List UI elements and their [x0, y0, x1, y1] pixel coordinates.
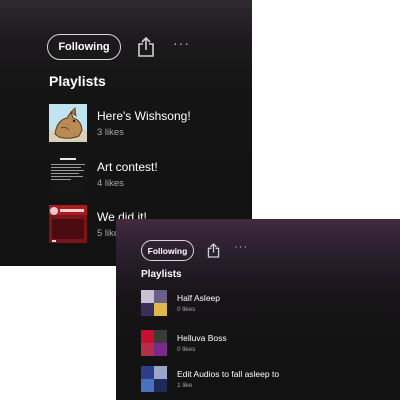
following-button[interactable]: Following	[47, 34, 121, 60]
playlist-name: Half Asleep	[177, 293, 220, 303]
following-button[interactable]: Following	[141, 240, 194, 261]
playlist-likes: 4 likes	[97, 177, 124, 189]
share-icon[interactable]	[137, 36, 155, 57]
red-banner-cover	[49, 205, 87, 243]
more-options-icon[interactable]: ···	[173, 36, 190, 50]
playlist-item[interactable]: Art contest! 4 likes	[49, 155, 249, 193]
playlist-likes: 0 likes	[177, 346, 196, 353]
playlist-item[interactable]: Helluva Boss 0 likes	[141, 330, 396, 356]
playlist-likes: 0 likes	[177, 306, 196, 313]
playlist-likes: 1 like	[177, 382, 193, 389]
mosaic-cover	[141, 330, 167, 356]
playlist-likes: 3 likes	[97, 126, 124, 138]
profile-panel-secondary: Following ··· Playlists Half Asleep 0 li…	[116, 219, 400, 400]
playlist-name: Art contest!	[97, 159, 158, 174]
playlist-name: Here's Wishsong!	[97, 108, 191, 123]
text-document-cover	[49, 155, 87, 193]
mosaic-cover	[141, 366, 167, 392]
more-options-icon[interactable]: ···	[234, 242, 248, 253]
share-icon[interactable]	[207, 243, 220, 258]
playlist-item[interactable]: Half Asleep 0 likes	[141, 290, 396, 316]
playlist-item[interactable]: Here's Wishsong! 3 likes	[49, 104, 249, 142]
playlists-heading: Playlists	[141, 269, 182, 280]
playlists-heading: Playlists	[49, 73, 106, 89]
wolf-art-cover	[49, 104, 87, 142]
playlist-name: Edit Audios to fall asleep to	[177, 369, 280, 379]
mosaic-cover	[141, 290, 167, 316]
playlist-item[interactable]: Edit Audios to fall asleep to 1 like	[141, 366, 396, 392]
playlist-name: Helluva Boss	[177, 333, 227, 343]
